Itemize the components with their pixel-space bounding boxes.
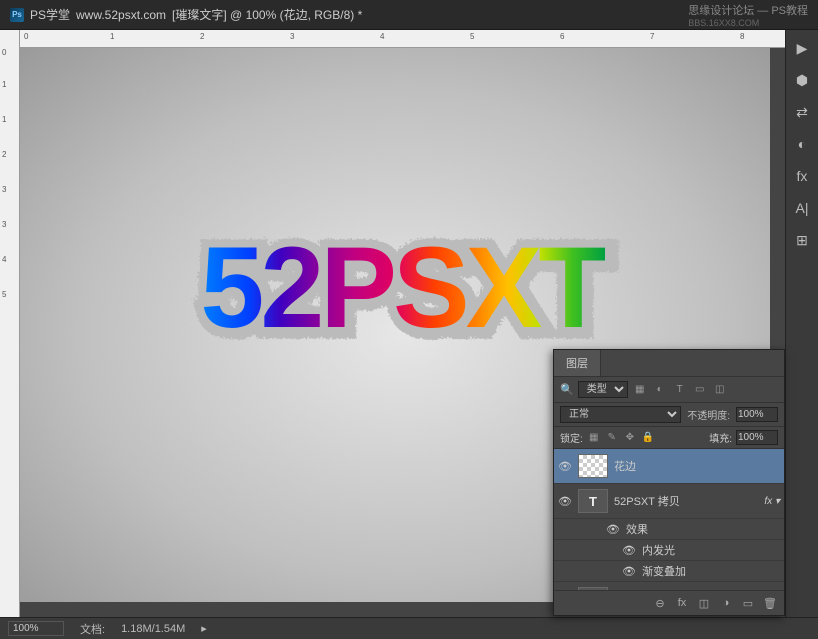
fx-menu-icon[interactable]: fx <box>674 595 690 611</box>
new-layer-icon[interactable]: ▭ <box>740 595 756 611</box>
blend-opacity-row: 正常 不透明度: <box>554 403 784 427</box>
filter-type-select[interactable]: 类型 <box>578 381 628 398</box>
layer-gradient-overlay[interactable]: 👁 渐变叠加 <box>554 561 784 582</box>
right-toolbar: ▶ ⬢ ⇄ ◐ fx A| ⊞ <box>785 30 818 617</box>
swap-icon[interactable]: ⇄ <box>792 102 812 122</box>
visibility-icon[interactable]: 👁 <box>558 460 572 473</box>
filter-smart-icon[interactable]: ◫ <box>712 382 728 398</box>
ps-app-icon: Ps <box>10 8 24 22</box>
link-icon[interactable]: ⊖ <box>652 595 668 611</box>
watermark: 思缘设计论坛 — PS教程 BBS.16XX8.COM <box>688 2 808 28</box>
panel-tabs: 图层 <box>554 350 784 377</box>
layer-inner-glow[interactable]: 👁 内发光 <box>554 540 784 561</box>
fx-icon[interactable]: fx <box>792 166 812 186</box>
ruler-horizontal: 0 1 2 3 4 5 6 7 8 <box>20 30 785 48</box>
title-doc: [璀璨文字] @ 100% (花边, RGB/8) * <box>172 6 362 23</box>
ruler-vertical: 0 1 1 2 3 3 4 5 <box>0 30 20 617</box>
layer-effects[interactable]: 👁 效果 <box>554 519 784 540</box>
paragraph-icon[interactable]: A| <box>792 198 812 218</box>
lock-position-icon[interactable]: ✎ <box>605 431 619 445</box>
panel-icon[interactable]: ⊞ <box>792 230 812 250</box>
layers-list: 👁 花边 👁 T 52PSXT 拷贝 fx ▾ 👁 效果 👁 内发光 👁 渐变叠… <box>554 449 784 591</box>
title-url: www.52psxt.com <box>76 8 166 22</box>
adjustment-icon[interactable]: ◑ <box>718 595 734 611</box>
title-prefix: PS学堂 <box>30 6 70 23</box>
opacity-label: 不透明度: <box>687 407 730 422</box>
layer-huabian[interactable]: 👁 花边 <box>554 449 784 484</box>
canvas-text-layer: 52PSXT 52PSXT <box>200 222 604 354</box>
mask-icon[interactable]: ◫ <box>696 595 712 611</box>
lock-move-icon[interactable]: ✥ <box>623 431 637 445</box>
lock-fill-row: 锁定: ▦ ✎ ✥ 🔒 填充: <box>554 427 784 449</box>
visibility-icon[interactable]: 👁 <box>606 523 620 536</box>
adjust-icon[interactable]: ◐ <box>792 134 812 154</box>
filter-shape-icon[interactable]: ▭ <box>692 382 708 398</box>
layer-52psxt-copy[interactable]: 👁 T 52PSXT 拷贝 fx ▾ <box>554 484 784 519</box>
doc-label: 文档: <box>80 621 105 637</box>
opacity-input[interactable] <box>736 407 778 422</box>
layers-panel-bottom: ⊖ fx ◫ ◑ ▭ 🗑 <box>554 590 784 615</box>
status-arrow-icon[interactable]: ▸ <box>201 622 207 635</box>
zoom-input[interactable] <box>8 621 64 636</box>
visibility-icon[interactable]: 👁 <box>558 495 572 508</box>
layer-filter-row: 🔍 类型 ▦ ◐ T ▭ ◫ <box>554 377 784 403</box>
filter-text-icon[interactable]: T <box>672 382 688 398</box>
filter-adjust-icon[interactable]: ◐ <box>652 382 668 398</box>
status-bar: 文档: 1.18M/1.54M ▸ <box>0 617 818 639</box>
fx-badge[interactable]: fx ▾ <box>764 496 780 507</box>
filter-pixel-icon[interactable]: ▦ <box>632 382 648 398</box>
fill-input[interactable] <box>736 430 778 445</box>
color-icon[interactable]: ⬢ <box>792 70 812 90</box>
trash-icon[interactable]: 🗑 <box>762 595 778 611</box>
visibility-icon[interactable]: 👁 <box>622 544 636 557</box>
blend-mode-select[interactable]: 正常 <box>560 406 681 423</box>
doc-info: 1.18M/1.54M <box>121 623 185 635</box>
visibility-icon[interactable]: 👁 <box>622 565 636 578</box>
tab-layers[interactable]: 图层 <box>554 350 601 376</box>
lock-label: 锁定: <box>560 430 583 445</box>
search-icon[interactable]: 🔍 <box>560 383 574 396</box>
play-icon[interactable]: ▶ <box>792 38 812 58</box>
text-layer-icon: T <box>578 489 608 513</box>
lock-all-icon[interactable]: 🔒 <box>641 431 655 445</box>
fill-label: 填充: <box>709 430 732 445</box>
layers-panel: 图层 🔍 类型 ▦ ◐ T ▭ ◫ 正常 不透明度: 锁定: ▦ ✎ ✥ 🔒 填… <box>553 349 785 616</box>
layer-thumbnail <box>578 454 608 478</box>
lock-pixels-icon[interactable]: ▦ <box>587 431 601 445</box>
